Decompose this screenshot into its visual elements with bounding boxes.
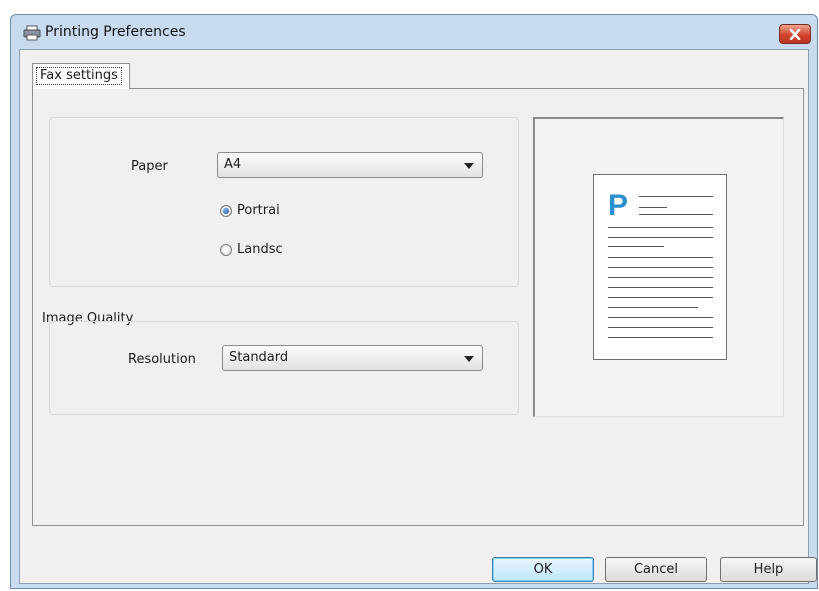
preview-line [608,237,713,238]
preview-line [608,227,713,228]
paper-select-value: A4 [224,157,242,172]
page-preview-sheet: P [593,174,727,360]
close-icon [789,28,801,40]
preview-line [639,196,713,197]
title-bar[interactable]: Printing Preferences [11,15,817,49]
window-title: Printing Preferences [45,24,186,40]
landscape-radio[interactable]: Landsc [220,242,283,257]
preview-line [608,307,698,308]
radio-unchecked-icon [220,243,232,256]
preview-line [608,317,713,318]
help-button[interactable]: Help [720,557,817,582]
preview-line [608,267,713,268]
preview-line [608,246,664,247]
tab-page: Paper A4 Portrai Landsc Image Quality Re… [32,88,804,526]
portrait-label: Portrai [237,203,280,218]
dialog-body: Fax settings Paper A4 Portrai Landsc Ima… [19,49,817,584]
resolution-select[interactable]: Standard [222,345,483,371]
resolution-select-value: Standard [229,350,289,365]
paper-label: Paper [131,159,168,174]
tab-fax-settings[interactable]: Fax settings [32,63,130,89]
preview-line [639,214,713,215]
printer-icon [23,25,41,41]
cancel-button[interactable]: Cancel [605,557,707,582]
chevron-down-icon [464,163,474,169]
preview-line [608,277,713,278]
printing-preferences-window: Printing Preferences Fax settings Paper … [10,14,818,589]
page-preview-letter: P [608,189,629,222]
image-quality-panel: Resolution Standard [49,321,519,415]
preview-line [608,257,713,258]
close-button[interactable] [779,24,811,44]
portrait-radio[interactable]: Portrai [220,203,280,218]
paper-panel: Paper A4 Portrai Landsc [49,117,519,287]
preview-line [608,327,713,328]
preview-line [608,337,713,338]
landscape-label: Landsc [237,242,283,257]
chevron-down-icon [464,356,474,362]
radio-checked-icon [220,204,232,217]
page-preview: P [533,117,784,417]
preview-line [608,297,713,298]
preview-line [639,207,667,208]
tab-label: Fax settings [36,67,122,85]
paper-select[interactable]: A4 [217,152,483,178]
resolution-label: Resolution [128,352,196,367]
preview-line [608,287,713,288]
ok-button[interactable]: OK [492,557,594,582]
